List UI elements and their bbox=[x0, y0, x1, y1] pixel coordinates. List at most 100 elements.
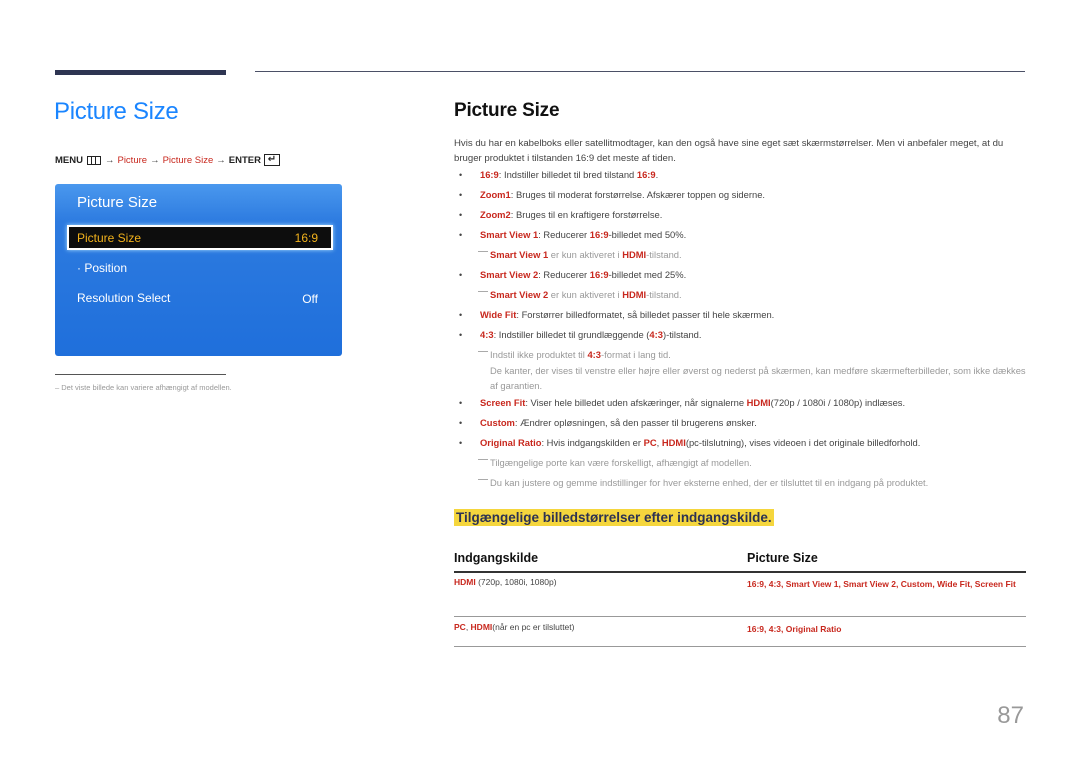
footnote: – Det viste billede kan variere afhængig… bbox=[55, 383, 232, 392]
option-text: (720p / 1080i / 1080p) indlæses. bbox=[770, 397, 906, 408]
option-text: -billedet med 25%. bbox=[608, 269, 687, 280]
note: Indstil ikke produktet til 4:3-format i … bbox=[459, 348, 1029, 368]
source-key: PC bbox=[454, 622, 466, 632]
option-text: : Indstiller billedet til bred tilstand bbox=[498, 169, 637, 180]
option-key: PC bbox=[643, 437, 657, 448]
column-header: Indgangskilde bbox=[454, 551, 539, 565]
note-text: -tilstand. bbox=[646, 249, 682, 260]
option-text: : Reducerer bbox=[538, 269, 590, 280]
option-key: 16:9 bbox=[480, 169, 499, 180]
option-key: 4:3 bbox=[480, 329, 494, 340]
arrow: → bbox=[150, 154, 160, 166]
intro-paragraph: Hvis du har en kabelboks eller satellitm… bbox=[454, 138, 1004, 164]
note-text: Du kan justere og gemme indstillinger fo… bbox=[490, 477, 929, 488]
table-header: Indgangskilde Picture Size bbox=[454, 545, 1026, 573]
note-key: HDMI bbox=[622, 289, 647, 300]
osd-item-value: 16:9 bbox=[294, 230, 318, 245]
enter-label: ENTER bbox=[228, 154, 261, 166]
table-row: HDMI (720p, 1080i, 1080p) 16:9, 4:3, Sma… bbox=[454, 573, 1026, 617]
list-item: Smart View 2: Reducerer 16:9-billedet me… bbox=[459, 268, 1029, 288]
input-source-table: Indgangskilde Picture Size HDMI (720p, 1… bbox=[454, 545, 1026, 647]
source-text: (når en pc er tilsluttet) bbox=[492, 622, 575, 632]
option-text: : Reducerer bbox=[538, 229, 590, 240]
arrow: → bbox=[216, 154, 226, 166]
note: Smart View 2 er kun aktiveret i HDMI-til… bbox=[459, 288, 1029, 308]
highlighted-heading: Tilgængelige billedstørrelser efter indg… bbox=[454, 509, 774, 526]
table-cell: HDMI (720p, 1080i, 1080p) bbox=[454, 577, 747, 616]
page-number: 87 bbox=[997, 702, 1024, 729]
arrow: → bbox=[104, 154, 115, 166]
note-text: Tilgængelige porte kan være forskelligt,… bbox=[490, 457, 752, 468]
note-text: Indstil ikke produktet til bbox=[490, 349, 588, 360]
header-bar-thin bbox=[255, 71, 1025, 72]
osd-item-position[interactable]: · Position bbox=[77, 261, 127, 275]
source-key: HDMI bbox=[470, 622, 493, 632]
list-item: Wide Fit: Forstørrer billedformatet, så … bbox=[459, 308, 1029, 328]
note: Tilgængelige porte kan være forskelligt,… bbox=[459, 456, 1029, 476]
note-key: Smart View 2 bbox=[490, 289, 549, 300]
note-text: -format i lang tid. bbox=[601, 349, 671, 360]
note-text: -tilstand. bbox=[646, 289, 682, 300]
note-dash-icon bbox=[478, 479, 488, 480]
option-text: : Forstørrer billedformatet, så billedet… bbox=[516, 309, 775, 320]
option-list: 16:9: Indstiller billedet til bred tilst… bbox=[459, 168, 1029, 496]
enter-return-icon: ↵ bbox=[263, 154, 280, 166]
osd-title: Picture Size bbox=[77, 194, 158, 211]
osd-resolution-value: Off bbox=[302, 292, 318, 306]
note-key: Smart View 1 bbox=[490, 249, 549, 260]
note-key: 4:3 bbox=[587, 349, 602, 360]
content-section: Picture Size Hvis du har en kabelboks el… bbox=[454, 100, 1026, 166]
osd-item-resolution-select[interactable]: Resolution Select bbox=[77, 291, 170, 305]
option-key: Smart View 2 bbox=[480, 269, 539, 280]
option-text: -billedet med 50%. bbox=[608, 229, 687, 240]
option-key: Screen Fit bbox=[480, 397, 526, 408]
option-key: Wide Fit bbox=[480, 309, 517, 320]
osd-menu-screenshot: Picture Size Picture Size 16:9 · Positio… bbox=[55, 184, 342, 356]
list-item: Original Ratio: Hvis indgangskilden er P… bbox=[459, 436, 1029, 456]
option-text: . bbox=[655, 169, 659, 180]
option-key: Zoom2 bbox=[480, 209, 511, 220]
option-text: : Indstiller billedet til grundlæggende … bbox=[493, 329, 650, 340]
content-title: Picture Size bbox=[454, 100, 560, 121]
osd-item-picture-size[interactable]: Picture Size 16:9 bbox=[67, 225, 333, 250]
option-key: 16:9 bbox=[589, 269, 609, 280]
table-row: PC, HDMI(når en pc er tilsluttet) 16:9, … bbox=[454, 617, 1026, 647]
option-key: Custom bbox=[480, 417, 515, 428]
list-item: Zoom1: Bruges til moderat forstørrelse. … bbox=[459, 188, 1029, 208]
header-bar-thick bbox=[55, 70, 226, 75]
option-key: Original Ratio bbox=[480, 437, 542, 448]
option-text: : Viser hele billedet uden afskæringer, … bbox=[525, 397, 747, 408]
menu-path: MENU → Picture → Picture Size → ENTER ↵ bbox=[55, 154, 280, 166]
list-item: Screen Fit: Viser hele billedet uden afs… bbox=[459, 396, 1029, 416]
menu-label: MENU bbox=[55, 154, 83, 166]
menu-grid-icon bbox=[86, 155, 101, 165]
table-cell: PC, HDMI(når en pc er tilsluttet) bbox=[454, 622, 747, 646]
note: Du kan justere og gemme indstillinger fo… bbox=[459, 476, 1029, 496]
menu-path-picture-size: Picture Size bbox=[162, 154, 214, 166]
option-key: 4:3 bbox=[649, 329, 663, 340]
option-text: : Ændrer opløsningen, så den passer til … bbox=[514, 417, 757, 428]
note-dash-icon bbox=[478, 351, 488, 352]
list-item: Smart View 1: Reducerer 16:9-billedet me… bbox=[459, 228, 1029, 248]
menu-path-picture: Picture bbox=[117, 154, 148, 166]
option-key: HDMI bbox=[661, 437, 686, 448]
footnote-divider bbox=[55, 374, 226, 375]
option-key: 16:9 bbox=[636, 169, 656, 180]
list-item: Custom: Ændrer opløsningen, så den passe… bbox=[459, 416, 1029, 436]
option-text: )-tilstand. bbox=[662, 329, 702, 340]
section-title: Picture Size bbox=[54, 98, 179, 125]
option-text: (pc-tilslutning), vises videoen i det or… bbox=[685, 437, 921, 448]
option-text: : Bruges til en kraftigere forstørrelse. bbox=[510, 209, 663, 220]
note-dash-icon bbox=[478, 251, 488, 252]
note: Smart View 1 er kun aktiveret i HDMI-til… bbox=[459, 248, 1029, 268]
option-key: Smart View 1 bbox=[480, 229, 539, 240]
table-cell: 16:9, 4:3, Smart View 1, Smart View 2, C… bbox=[747, 579, 1016, 589]
note-key: HDMI bbox=[622, 249, 647, 260]
option-key: Zoom1 bbox=[480, 189, 511, 200]
option-text: : Bruges til moderat forstørrelse. Afskæ… bbox=[510, 189, 766, 200]
option-text: : Hvis indgangskilden er bbox=[541, 437, 644, 448]
list-item: 16:9: Indstiller billedet til bred tilst… bbox=[459, 168, 1029, 188]
note-text: er kun aktiveret i bbox=[548, 289, 623, 300]
table-cell: 16:9, 4:3, Original Ratio bbox=[747, 624, 842, 634]
source-text: (720p, 1080i, 1080p) bbox=[475, 577, 557, 587]
